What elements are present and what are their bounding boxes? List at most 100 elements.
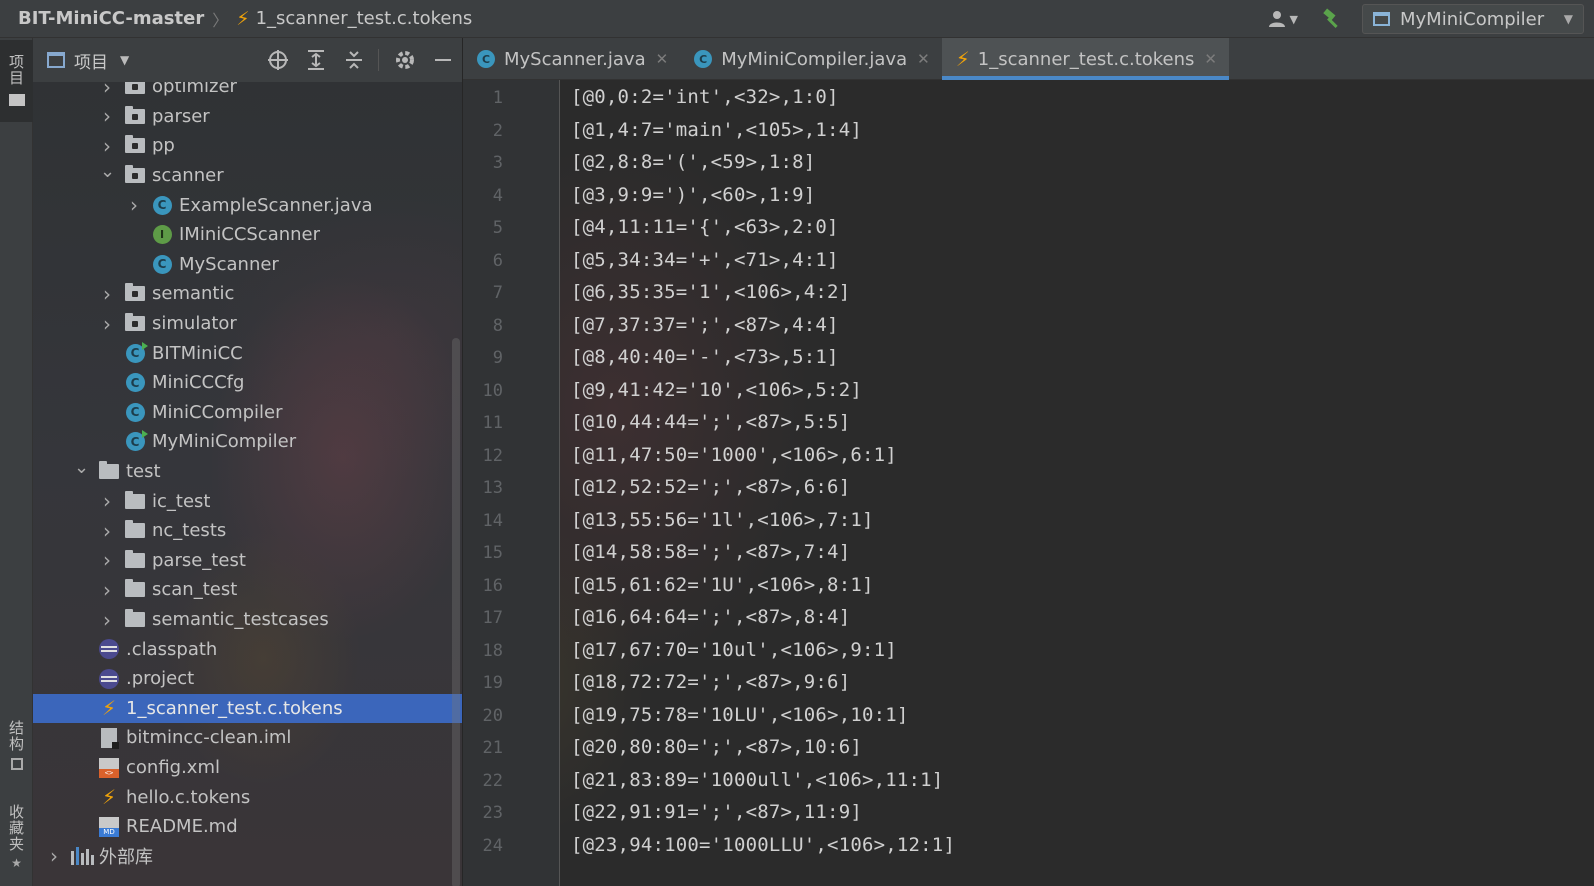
tree-item[interactable]: › C ExampleScanner.java <box>33 190 462 220</box>
java-class-icon: C <box>477 50 495 68</box>
breadcrumb-project[interactable]: BIT-MiniCC-master <box>18 8 204 29</box>
project-view-icon <box>47 52 65 68</box>
editor-tab[interactable]: ⚡ 1_scanner_test.c.tokens ✕ <box>941 38 1230 80</box>
code-line[interactable]: [@11,47:50='1000',<106>,6:1] <box>571 444 897 466</box>
line-number: 5 <box>492 218 503 238</box>
expand-all-icon <box>308 50 324 70</box>
code-line[interactable]: [@1,4:7='main',<105>,1:4] <box>571 119 862 141</box>
code-line[interactable]: [@15,61:62='1U',<106>,8:1] <box>571 574 874 596</box>
tree-item[interactable]: ›bitmincc-clean.iml <box>33 723 462 753</box>
editor-tab-label: 1_scanner_test.c.tokens <box>977 48 1195 70</box>
code-line[interactable]: [@16,64:64=';',<87>,8:4] <box>571 606 850 628</box>
code-line[interactable]: [@18,72:72=';',<87>,9:6] <box>571 671 850 693</box>
left-tool-strip: 项目 结构 收藏夹 ★ <box>0 38 33 886</box>
tree-item-label: scanner <box>152 165 224 187</box>
chevron-right-icon[interactable]: › <box>100 134 114 158</box>
chevron-down-icon[interactable]: ▼ <box>120 53 129 67</box>
tree-item[interactable]: ›config.xml <box>33 753 462 783</box>
tree-item[interactable]: ›README.md <box>33 812 462 842</box>
breadcrumb-file[interactable]: ⚡ 1_scanner_test.c.tokens <box>236 8 472 30</box>
editor[interactable]: 1 2 3 4 5 6 7 8 9 10 11 12 13 14 15 16 17 18 19 20 21 22 23 24 … <box>463 80 1594 886</box>
code-line[interactable]: [@17,67:70='10ul',<106>,9:1] <box>571 639 897 661</box>
tree-item-label: MiniCCompiler <box>152 401 283 423</box>
code-line[interactable]: [@14,58:58=';',<87>,7:4] <box>571 541 850 563</box>
chevron-right-icon[interactable]: › <box>100 548 114 572</box>
chevron-right-icon[interactable]: › <box>100 578 114 602</box>
code-line[interactable]: [@19,75:78='10LU',<106>,10:1] <box>571 704 909 726</box>
chevron-right-icon[interactable]: › <box>127 193 141 217</box>
close-icon[interactable]: ✕ <box>1204 50 1217 68</box>
code-line[interactable]: [@13,55:56='1l',<106>,7:1] <box>571 509 874 531</box>
tree-item[interactable]: › simulator <box>33 309 462 339</box>
eclipse-icon <box>99 668 119 689</box>
tree-item[interactable]: › nc_tests <box>33 516 462 546</box>
chevron-right-icon[interactable]: › <box>100 104 114 128</box>
hide-panel-button[interactable] <box>431 48 455 72</box>
tree-item[interactable]: ›CMyMiniCompiler <box>33 427 462 457</box>
code-line[interactable]: [@21,83:89='1000ull',<106>,11:1] <box>571 769 943 791</box>
tree-item[interactable]: ›CMiniCCCfg <box>33 368 462 398</box>
project-panel-scrollbar[interactable] <box>452 338 460 886</box>
tree-item[interactable]: ›IIMiniCCScanner <box>33 220 462 250</box>
close-icon[interactable]: ✕ <box>917 50 930 68</box>
user-menu-button[interactable]: ▼ <box>1268 9 1298 29</box>
tree-item[interactable]: ›.classpath <box>33 634 462 664</box>
chevron-right-icon[interactable]: › <box>100 519 114 543</box>
expand-all-button[interactable] <box>304 48 328 72</box>
tree-item[interactable]: › 外部库 <box>33 842 462 872</box>
tree-item[interactable]: › scan_test <box>33 575 462 605</box>
code-line[interactable]: [@6,35:35='1',<106>,4:2] <box>571 281 850 303</box>
locate-file-button[interactable] <box>266 48 290 72</box>
chevron-right-icon[interactable]: › <box>100 282 114 306</box>
tree-item[interactable]: › pp <box>33 131 462 161</box>
code-line[interactable]: [@23,94:100='1000LLU',<106>,12:1] <box>571 834 955 856</box>
run-configuration-select[interactable]: MyMiniCompiler ▼ <box>1362 4 1584 34</box>
code-line[interactable]: [@3,9:9=')',<60>,1:9] <box>571 184 815 206</box>
project-view-select[interactable]: 项目 <box>74 48 108 73</box>
tree-item[interactable]: › semantic <box>33 279 462 309</box>
code-line[interactable]: [@8,40:40='-',<73>,5:1] <box>571 346 839 368</box>
code-line[interactable]: [@22,91:91=';',<87>,11:9] <box>571 801 862 823</box>
code-line[interactable]: [@5,34:34='+',<71>,4:1] <box>571 249 839 271</box>
settings-button[interactable] <box>393 48 417 72</box>
tree-item[interactable]: ›⚡1_scanner_test.c.tokens <box>33 693 462 724</box>
chevron-down-icon[interactable]: ⌄ <box>100 162 115 180</box>
tree-item[interactable]: ›CMiniCCompiler <box>33 398 462 428</box>
build-button[interactable] <box>1320 7 1344 31</box>
tree-item[interactable]: › parse_test <box>33 546 462 576</box>
editor-tab[interactable]: C MyMiniCompiler.java ✕ <box>680 38 942 80</box>
chevron-right-icon[interactable]: › <box>47 844 61 868</box>
tree-item[interactable]: › parser <box>33 102 462 132</box>
line-number: 1 <box>492 88 503 108</box>
favorites-tool-tab[interactable]: 收藏夹 ★ <box>0 804 33 870</box>
chevron-right-icon[interactable]: › <box>100 489 114 513</box>
tree-item[interactable]: ›CBITMiniCC <box>33 338 462 368</box>
tree-item[interactable]: ⌄ scanner <box>33 161 462 191</box>
folder-icon <box>125 609 145 630</box>
chevron-right-icon[interactable]: › <box>100 608 114 632</box>
close-icon[interactable]: ✕ <box>656 50 669 68</box>
code-line[interactable]: [@9,41:42='10',<106>,5:2] <box>571 379 862 401</box>
structure-tool-tab[interactable]: 结构 <box>0 720 33 770</box>
editor-tab[interactable]: C MyScanner.java ✕ <box>463 38 680 80</box>
code-line[interactable]: [@10,44:44=';',<87>,5:5] <box>571 411 850 433</box>
tree-item[interactable]: › ic_test <box>33 486 462 516</box>
chevron-down-icon[interactable]: ⌄ <box>74 458 89 476</box>
code-line[interactable]: [@12,52:52=';',<87>,6:6] <box>571 476 850 498</box>
collapse-all-button[interactable] <box>342 48 366 72</box>
tree-item[interactable]: ›⚡hello.c.tokens <box>33 782 462 812</box>
code-line[interactable]: [@20,80:80=';',<87>,10:6] <box>571 736 862 758</box>
code-line[interactable]: [@0,0:2='int',<32>,1:0] <box>571 86 839 108</box>
tree-item[interactable]: › semantic_testcases <box>33 605 462 635</box>
code-line[interactable]: [@2,8:8='(',<59>,1:8] <box>571 151 815 173</box>
tree-item[interactable]: ⌄ test <box>33 457 462 487</box>
project-tool-tab[interactable]: 项目 <box>0 40 33 122</box>
tree-item[interactable]: ›CMyScanner <box>33 250 462 280</box>
chevron-right-icon[interactable]: › <box>100 312 114 336</box>
line-number: 17 <box>482 608 503 628</box>
code-line[interactable]: [@7,37:37=';',<87>,4:4] <box>571 314 839 336</box>
tree-item[interactable]: ›.project <box>33 664 462 694</box>
minimize-icon <box>435 59 451 61</box>
tree-item-label: test <box>126 461 161 483</box>
code-line[interactable]: [@4,11:11='{',<63>,2:0] <box>571 216 839 238</box>
